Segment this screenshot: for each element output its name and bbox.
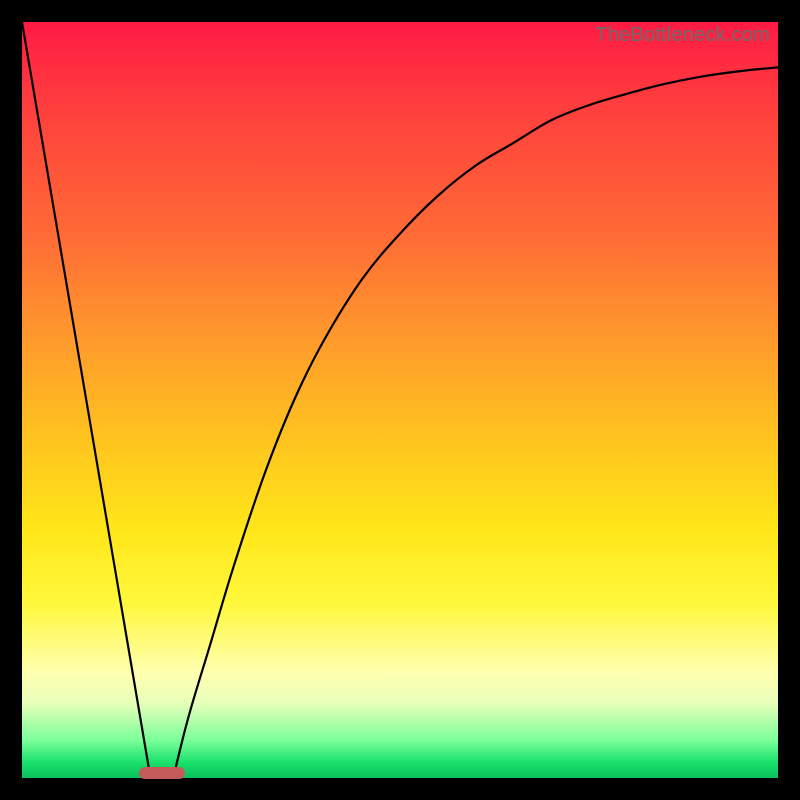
chart-frame: TheBottleneck.com	[0, 0, 800, 800]
plot-area: TheBottleneck.com	[22, 22, 778, 778]
curve-layer	[22, 22, 778, 778]
bottleneck-curve-left	[22, 22, 151, 778]
bottleneck-curve-right	[173, 67, 778, 778]
optimal-marker	[139, 767, 184, 779]
